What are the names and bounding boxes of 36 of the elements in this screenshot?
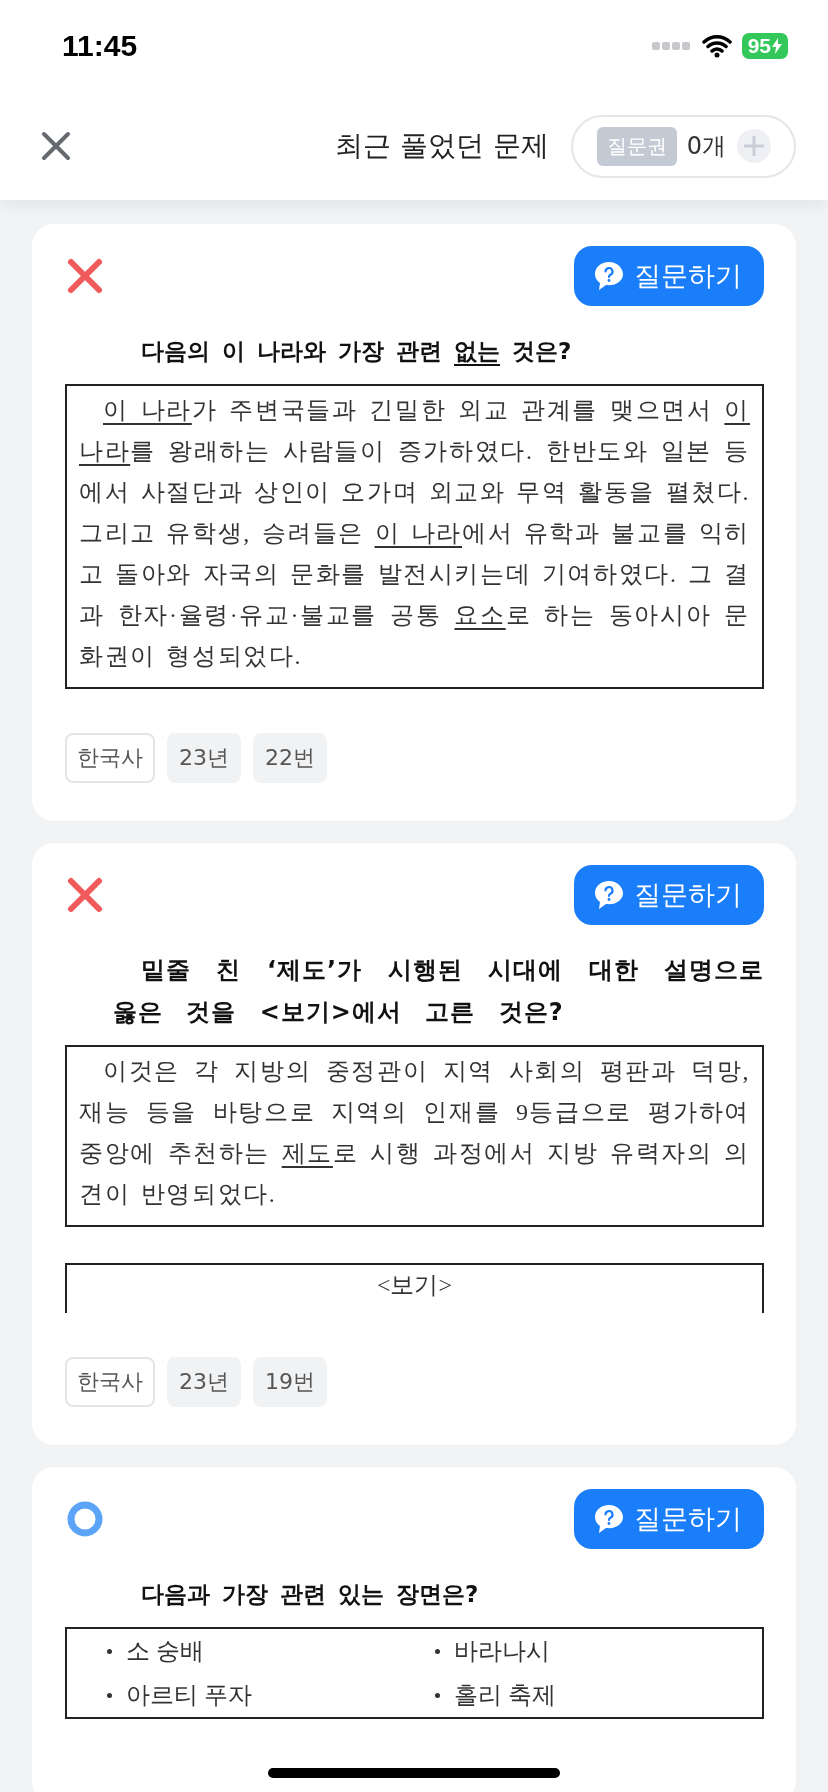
tag-chip: 19번 (253, 1357, 327, 1407)
tag-chip: 23년 (167, 1357, 241, 1407)
signal-icon (651, 41, 692, 51)
tag-chip: 한국사 (65, 733, 155, 783)
list-item: 홀리 축제 (453, 1681, 556, 1710)
speech-bubble-icon (592, 259, 626, 293)
question-text: 다음과 가장 관련 있는 장면은? (140, 1580, 480, 1609)
list-item: 소 숭배 (126, 1637, 204, 1666)
charging-bolt-icon (772, 38, 782, 54)
bullet-icon (107, 1648, 112, 1654)
ask-question-button[interactable]: 질문하기 (574, 1489, 764, 1549)
speech-bubble-icon (592, 878, 626, 912)
problem-card[interactable]: 질문하기 다음과 가장 관련 있는 장면은? 소 숭배 바라나시 아르티 푸자 홀리 축제 (32, 1467, 796, 1792)
passage-text: 이것은 각 지방의 중정관이 지역 사회의 평판과 덕망, 재능 등을 바탕으로 지역의 인재를 9등급으로 평가하여 중앙에 추천하는 제도로 시행 과정에서 지방 유력자의 의견이 반영되었다. (65, 1045, 764, 1227)
list-item: 아르티 푸자 (126, 1681, 252, 1710)
ask-question-button[interactable]: 질문하기 (574, 246, 764, 306)
bullet-icon (434, 1648, 440, 1654)
ticket-label: 질문권 (596, 126, 677, 166)
bullet-icon (434, 1692, 440, 1698)
tag-chip: 23년 (167, 733, 241, 783)
status-time: 11:45 (62, 29, 138, 63)
list-item: 바라나시 (453, 1637, 550, 1666)
page-title: 최근 풀었던 문제 (334, 128, 549, 164)
ticket-count: 0개 (686, 131, 726, 162)
problem-card[interactable] (32, 224, 796, 821)
battery-level: 95 (741, 33, 788, 59)
question-text: 밑줄 친 ‘제도’가 시행된 시대에 대한 설명으로 옳은 것을 <보기>에서 고른 것은? (112, 955, 764, 1028)
problem-card[interactable]: 질문하기 밑줄 친 ‘제도’가 시행된 시대에 대한 설명으로 옳은 것을 <보기>에서 고른 것은? 이것은 각 지방의 중정관이 지역 사회의 평판과 덕망, 재능 등을 바탕으로 지역의 인재를 9등급으로 평가하여 중앙에 추천하는 제도로 시행 과정에서 지방 유력자의 의견이 반영되었다. <보기> 한국사 23년 19번 (32, 843, 796, 1445)
tag-chip: 한국사 (65, 1357, 155, 1407)
bullet-icon (107, 1692, 112, 1698)
tag-chip: 22번 (253, 733, 327, 783)
question-text: 다음의 이 나라와 가장 관련 없는 것은? (140, 337, 573, 366)
passage-text: 이 나라가 주변국들과 긴밀한 외교 관계를 맺으면서 이 나라를 왕래하는 사람들이 증가하였다. 한반도와 일본 등에서 사절단과 상인이 오가며 외교와 무역 활동을 펼쳤다. 그리고 유학생, 승려들은 이 나라에서 유학과 불교를 익히고 돌아와 자국의 문화를 발전시키는데 기여하였다. 그 결과 한자·율령·유교·불교를 공통 요소로 하는 동아시아 문화권이 형성되었다. (65, 384, 764, 689)
wifi-icon (701, 34, 732, 58)
speech-bubble-icon (592, 1502, 626, 1536)
ask-question-button[interactable]: 질문하기 (574, 865, 764, 925)
